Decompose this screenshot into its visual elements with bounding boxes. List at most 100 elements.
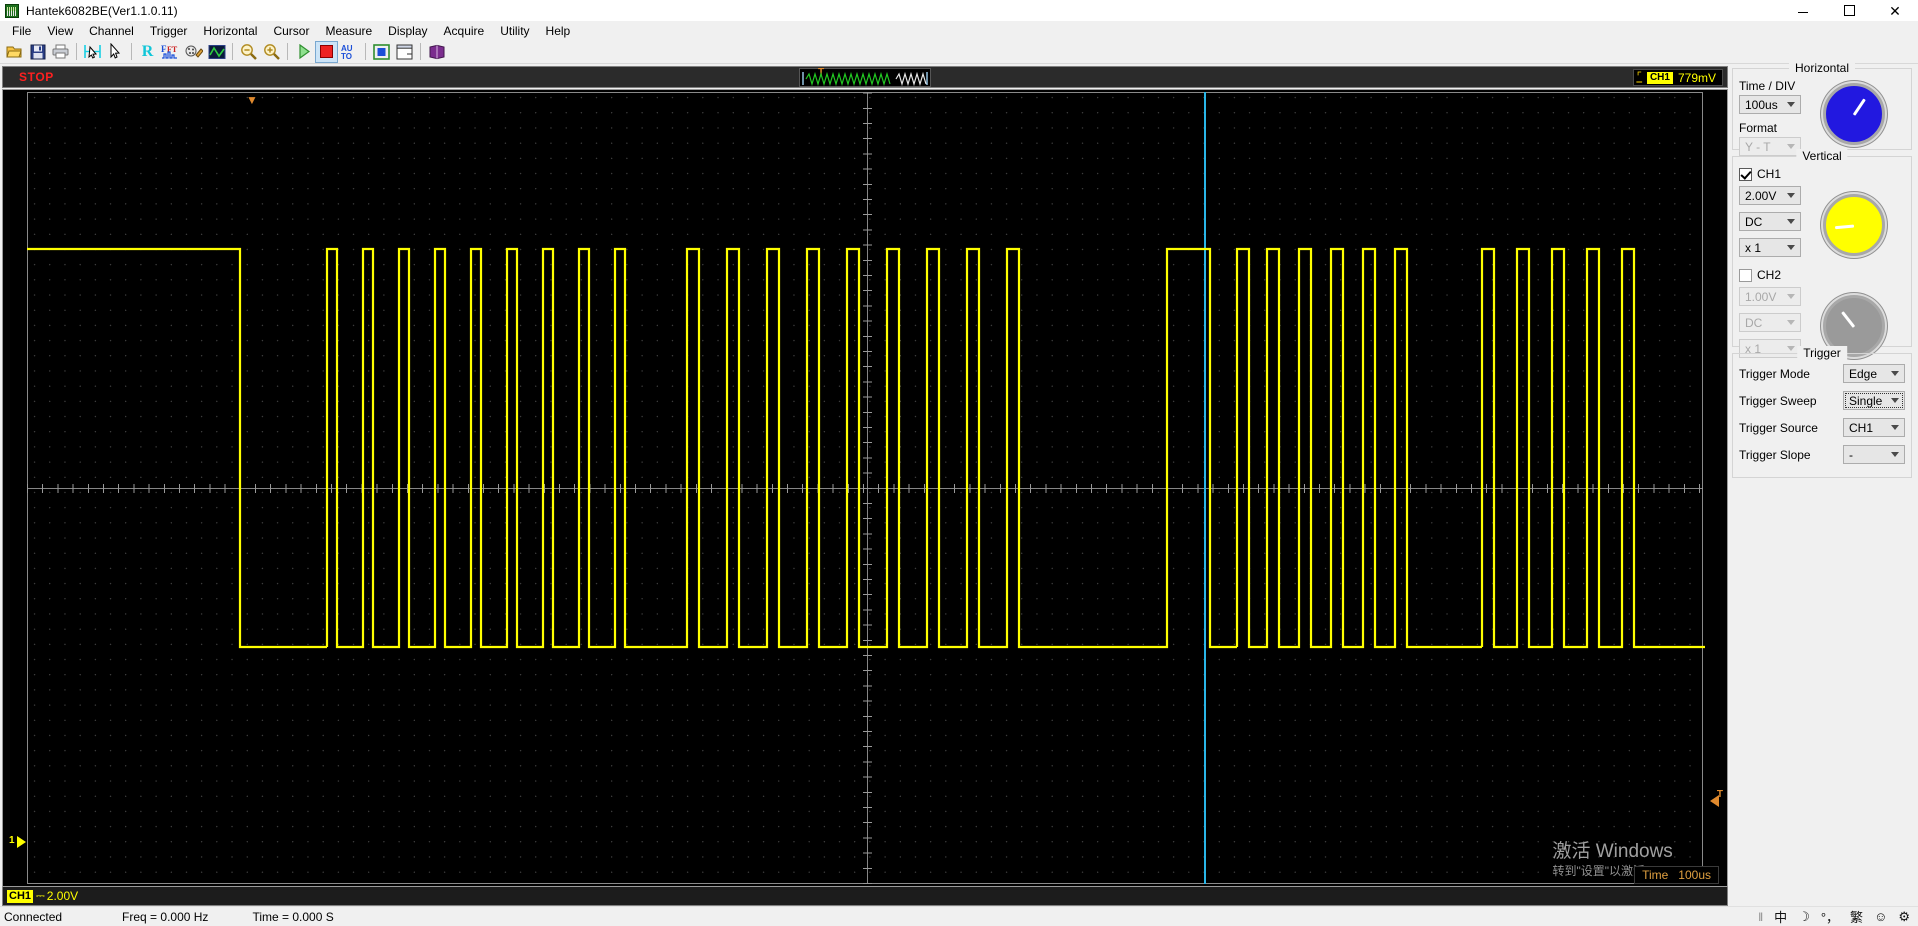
main-area: STOP T ⌜̲ CH1 779mV ▼ 1 T 激活 Windows 转到"…	[0, 61, 1918, 906]
trigger-level-label: T	[1716, 789, 1723, 800]
help-book-icon[interactable]	[425, 41, 448, 63]
trigger-mode-select[interactable]: Edge	[1843, 364, 1905, 383]
menu-channel[interactable]: Channel	[81, 23, 142, 40]
close-icon[interactable]: ✕	[1872, 0, 1918, 22]
horizontal-group-title: Horizontal	[1788, 61, 1856, 75]
save-file-icon[interactable]	[26, 41, 49, 63]
menu-help[interactable]: Help	[538, 23, 579, 40]
trigger-group: Trigger Trigger Mode Edge Trigger Sweep …	[1732, 346, 1912, 478]
readout-trigger-value: 779mV	[1677, 70, 1716, 85]
trigger-mode-label: Trigger Mode	[1739, 366, 1810, 381]
stop-icon[interactable]	[315, 40, 338, 63]
waveform-preview[interactable]: T	[799, 67, 931, 87]
ch1-ground-label: 1	[9, 835, 15, 846]
reference-waveform-icon[interactable]: R	[136, 41, 159, 63]
menu-cursor[interactable]: Cursor	[265, 23, 317, 40]
time-base-badge: Time 100us	[1634, 866, 1719, 884]
menu-display[interactable]: Display	[380, 23, 435, 40]
math-waveform-icon[interactable]	[205, 41, 228, 63]
toolbar-separator	[365, 43, 366, 60]
format-select[interactable]: Y - T	[1739, 137, 1801, 156]
status-bar: Connected Freq = 0.000 Hz Time = 0.000 S…	[0, 906, 1918, 926]
cursor-measure-icon[interactable]	[81, 41, 104, 63]
menu-file[interactable]: File	[4, 23, 39, 40]
ch2-checkbox[interactable]	[1739, 268, 1752, 282]
ch1-probe-select[interactable]: x 1	[1739, 238, 1801, 257]
chevron-down-icon	[1891, 425, 1899, 430]
chevron-down-icon	[1787, 294, 1795, 299]
bottom-channel-tag[interactable]: CH1	[7, 889, 34, 903]
toolbar-separator	[420, 43, 421, 60]
minimize-icon[interactable]	[1780, 0, 1826, 22]
autoset-icon[interactable]: AU TO	[338, 41, 361, 63]
punctuation-mode-icon[interactable]: °，	[1821, 907, 1839, 926]
ch1-scale-select[interactable]: 2.00V	[1739, 186, 1801, 205]
horizontal-position-knob[interactable]	[1823, 83, 1885, 145]
channel-readout: ⌜̲ CH1 779mV	[1632, 69, 1723, 86]
ch1-checkbox[interactable]	[1739, 167, 1752, 181]
readout-channel-tag: CH1	[1646, 71, 1673, 84]
ime-language-icon[interactable]: 中	[1774, 907, 1787, 926]
bottom-channel-scale: 2.00V	[46, 889, 79, 903]
scope-channel-bar: CH1 ⎓ 2.00V	[2, 887, 1728, 906]
trigger-slope-row: Trigger Slope -	[1739, 445, 1905, 464]
menu-trigger[interactable]: Trigger	[142, 23, 196, 40]
menu-horizontal[interactable]: Horizontal	[195, 23, 265, 40]
toolbar: R F FT AU TO	[0, 40, 1918, 64]
scope-status-strip: STOP T ⌜̲ CH1 779mV	[2, 66, 1728, 88]
trigger-level-icon: ⌜̲	[1636, 71, 1642, 83]
ch2-scale-select[interactable]: 1.00V	[1739, 287, 1801, 306]
menu-view[interactable]: View	[39, 23, 81, 40]
menu-bar: File View Channel Trigger Horizontal Cur…	[0, 22, 1918, 40]
ch2-label: CH2	[1757, 268, 1782, 282]
trigger-sweep-select[interactable]: Single	[1843, 391, 1905, 410]
chevron-down-icon	[1891, 371, 1899, 376]
ch1-coupling-select[interactable]: DC	[1739, 212, 1801, 231]
menu-utility[interactable]: Utility	[492, 23, 537, 40]
menu-measure[interactable]: Measure	[317, 23, 380, 40]
coupling-symbol-icon: ⎓	[36, 889, 45, 902]
trigger-sweep-value: Single	[1849, 393, 1883, 408]
fft-icon[interactable]: F FT	[159, 41, 182, 63]
print-icon[interactable]	[49, 41, 72, 63]
maximize-icon[interactable]	[1826, 0, 1872, 22]
traditional-chinese-icon[interactable]: 繁	[1850, 907, 1863, 926]
trigger-source-label: Trigger Source	[1739, 420, 1818, 435]
toolbar-separator	[131, 43, 132, 60]
open-file-icon[interactable]	[3, 41, 26, 63]
persistence-icon[interactable]	[182, 41, 205, 63]
horizontal-group: Horizontal Time / DIV 100us Format Y - T	[1732, 61, 1912, 156]
trigger-group-title: Trigger	[1797, 346, 1847, 360]
zoom-in-icon[interactable]	[260, 41, 283, 63]
ch2-enable-row[interactable]: CH2	[1739, 268, 1905, 282]
ch2-coupling-select[interactable]: DC	[1739, 313, 1801, 332]
window-layout-icon[interactable]	[393, 41, 416, 63]
chevron-down-icon	[1891, 398, 1899, 403]
toolbar-separator	[287, 43, 288, 60]
zoom-out-icon[interactable]	[237, 41, 260, 63]
gear-icon[interactable]: ⚙	[1898, 909, 1910, 925]
emoji-icon[interactable]: ☺	[1874, 909, 1887, 924]
window-controls: ✕	[1780, 0, 1918, 22]
run-state-badge[interactable]: STOP	[9, 70, 64, 84]
ch1-enable-row[interactable]: CH1	[1739, 167, 1905, 181]
menu-acquire[interactable]: Acquire	[436, 23, 493, 40]
moon-mode-icon[interactable]: ☽	[1798, 909, 1810, 925]
svg-text:FT: FT	[167, 45, 178, 54]
time-div-value: 100us	[1745, 97, 1778, 112]
frequency-readout: Freq = 0.000 Hz	[122, 909, 209, 924]
trigger-slope-select[interactable]: -	[1843, 445, 1905, 464]
waveform-display[interactable]: ▼ 1 T 激活 Windows 转到"设置"以激活 Windows。 Time…	[2, 89, 1728, 887]
vertical-group-title: Vertical	[1796, 149, 1848, 163]
trigger-source-select[interactable]: CH1	[1843, 418, 1905, 437]
trigger-sweep-label: Trigger Sweep	[1739, 393, 1817, 408]
time-div-select[interactable]: 100us	[1739, 95, 1801, 114]
control-panel: Horizontal Time / DIV 100us Format Y - T	[1730, 61, 1916, 906]
ch2-scale-value: 1.00V	[1745, 289, 1777, 304]
chevron-down-icon	[1787, 219, 1795, 224]
fit-screen-icon[interactable]	[370, 41, 393, 63]
pointer-select-icon[interactable]	[104, 41, 127, 63]
ch1-position-knob[interactable]	[1823, 194, 1885, 256]
run-icon[interactable]	[292, 41, 315, 63]
horizontal-knob-wrap	[1803, 79, 1905, 145]
